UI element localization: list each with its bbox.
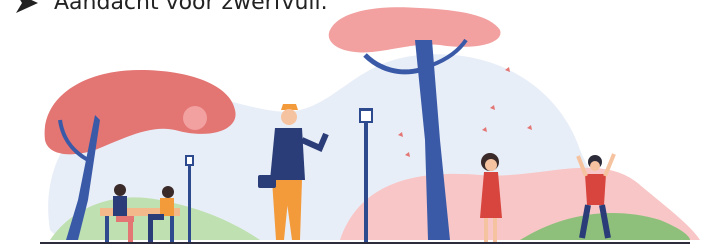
ground-line xyxy=(40,242,690,244)
park-illustration xyxy=(40,7,700,244)
sun-circle xyxy=(490,40,506,56)
right-tree-crown xyxy=(328,7,501,53)
left-tree-crown-bubble xyxy=(183,106,207,130)
